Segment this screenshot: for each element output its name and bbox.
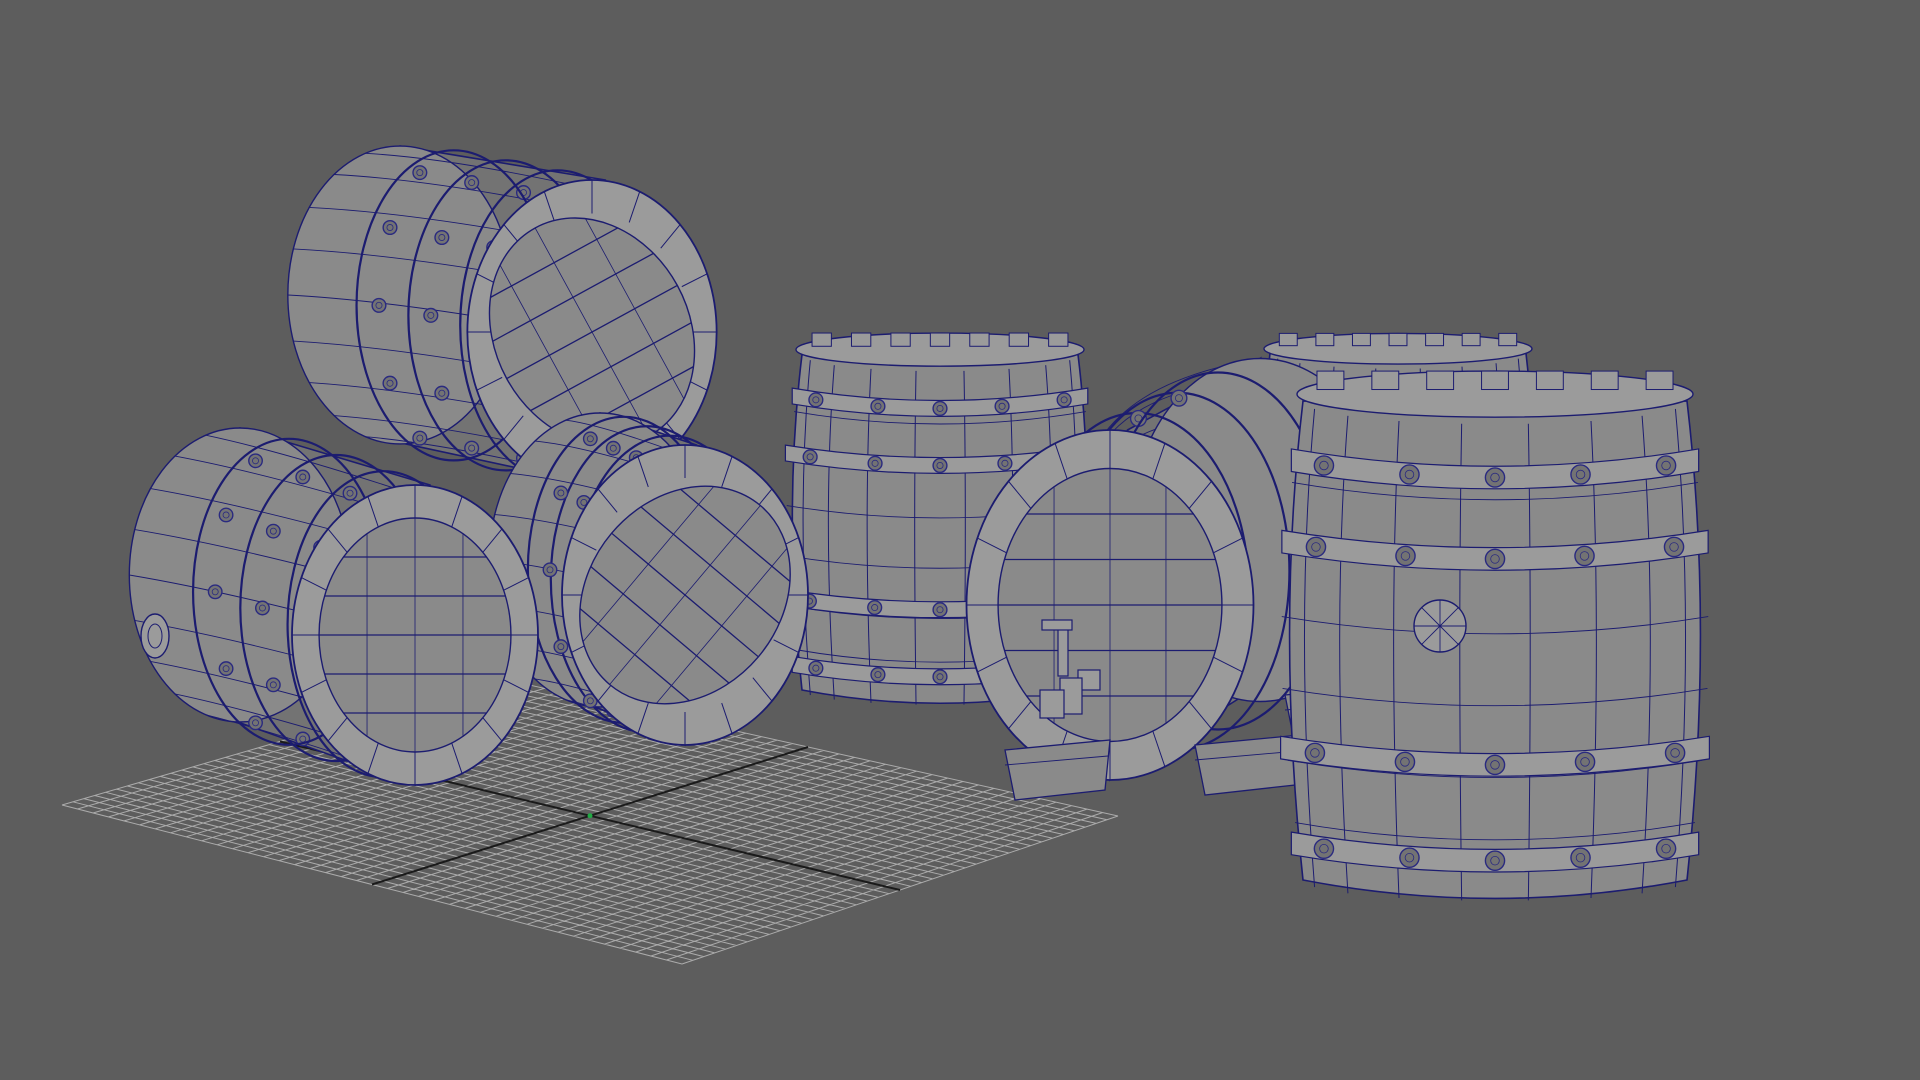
ground-grid — [61, 677, 1119, 965]
barrel-lying-bottom-middle — [488, 412, 809, 747]
barrel-lying-bottom-left — [128, 427, 539, 787]
viewport-scene[interactable] — [0, 0, 1920, 1080]
3d-viewport[interactable] — [0, 0, 1920, 1080]
barrel-standing-front-right — [1280, 370, 1710, 901]
grid-lines — [61, 677, 1119, 965]
grid-origin — [587, 813, 593, 819]
